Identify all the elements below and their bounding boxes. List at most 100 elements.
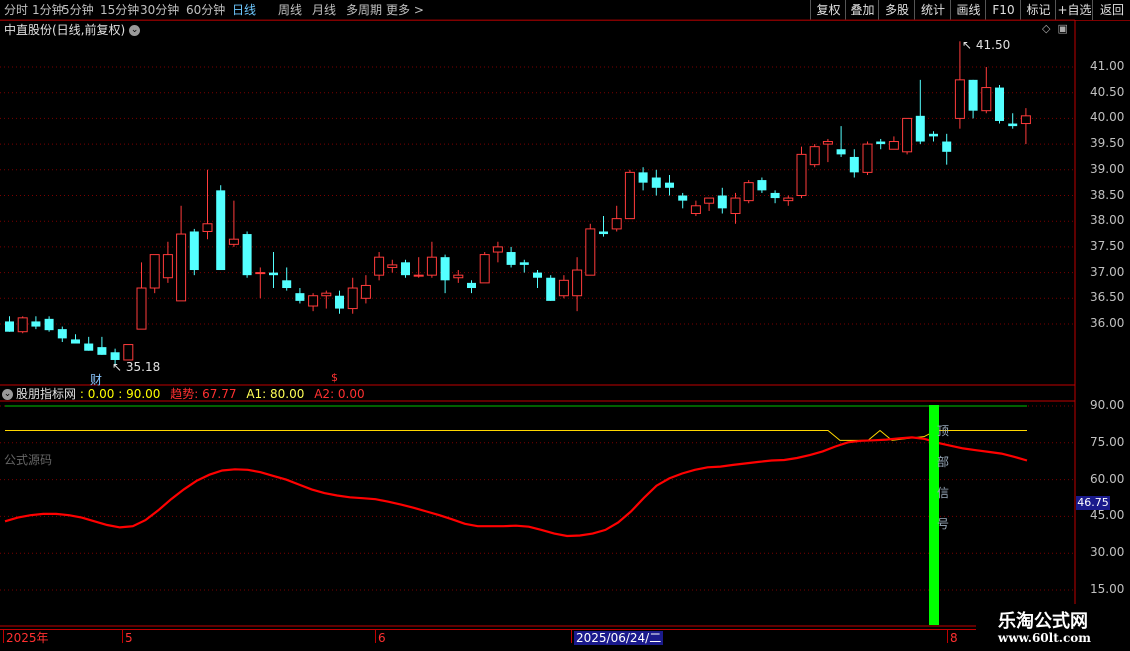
- date-tick-mark: [947, 630, 948, 643]
- candle: [123, 344, 134, 361]
- candle: [71, 334, 80, 344]
- candle-body: [97, 347, 107, 355]
- candle: [453, 270, 464, 283]
- signal-char: 信: [936, 486, 949, 500]
- candle: [242, 231, 252, 278]
- indicator-tick-label: 90.00: [1090, 398, 1125, 412]
- candle: [97, 336, 107, 355]
- candle-body: [5, 321, 14, 332]
- candle: [57, 326, 67, 342]
- candle-body: [849, 156, 859, 173]
- signal-char: 号: [936, 517, 949, 531]
- candle: [360, 275, 371, 304]
- candle-body: [533, 272, 542, 278]
- candle: [176, 205, 187, 302]
- candle-body: [690, 205, 701, 214]
- candle-body: [31, 321, 41, 327]
- candle: [888, 136, 899, 150]
- candle-body: [915, 115, 925, 142]
- candle-body: [862, 143, 873, 173]
- candle-body: [599, 231, 608, 235]
- date-tick-mark: [571, 630, 572, 643]
- candle-body: [519, 262, 529, 265]
- candle: [809, 144, 820, 168]
- candle: [572, 257, 583, 312]
- candle: [533, 270, 542, 289]
- candle-body: [401, 262, 410, 276]
- candle: [981, 67, 992, 114]
- candle: [638, 167, 648, 191]
- candle: [479, 252, 490, 284]
- candle: [492, 241, 503, 263]
- price-tick-label: 41.00: [1090, 59, 1125, 73]
- candle: [757, 177, 767, 193]
- candle: [704, 197, 715, 211]
- dividend-marker[interactable]: $: [331, 371, 338, 384]
- candle: [295, 288, 305, 304]
- candle: [929, 131, 938, 142]
- candle: [665, 174, 674, 196]
- candle-body: [783, 197, 794, 202]
- price-tick-label: 36.00: [1090, 316, 1125, 330]
- candle-body: [374, 256, 385, 276]
- candle: [849, 149, 859, 178]
- indicator-tick-label: 60.00: [1090, 471, 1125, 486]
- candle-body: [902, 117, 913, 153]
- candle-body: [506, 252, 516, 265]
- date-tick-mark: [375, 630, 376, 643]
- candle: [942, 133, 952, 165]
- candle: [876, 138, 886, 150]
- candle: [717, 187, 727, 214]
- candle: [162, 241, 173, 283]
- price-tick-label: 37.50: [1090, 238, 1125, 253]
- candle: [599, 216, 608, 237]
- candle-body: [651, 177, 661, 188]
- candle-body: [176, 233, 187, 302]
- candle: [374, 252, 385, 281]
- chevron-down-icon[interactable]: ⌄: [2, 389, 13, 400]
- candle: [321, 290, 332, 309]
- date-tick-mark: [3, 630, 4, 643]
- current-value-box: 46.75: [1076, 496, 1110, 510]
- signal-char: 顶: [936, 424, 949, 438]
- indicator-name[interactable]: 股朋指标网: [16, 387, 76, 401]
- candle: [202, 169, 213, 240]
- candle: [216, 185, 226, 271]
- watermark-name: 乐淘公式网: [998, 611, 1088, 632]
- candle-body: [704, 197, 715, 204]
- price-tick-label: 38.00: [1090, 213, 1125, 228]
- candle: [954, 41, 965, 129]
- candle-body: [770, 192, 780, 199]
- candle-body: [282, 280, 292, 289]
- candle: [730, 192, 741, 224]
- candle-body: [202, 223, 213, 232]
- candle: [836, 126, 846, 157]
- candle-body: [929, 133, 938, 137]
- candle: [1008, 113, 1018, 129]
- candle-body: [387, 264, 398, 268]
- candle-body: [1008, 123, 1018, 127]
- candle-body: [242, 234, 252, 276]
- low-value: 35.18: [125, 360, 161, 374]
- candle: [968, 79, 978, 119]
- formula-source-label[interactable]: 公式源码: [4, 451, 52, 468]
- watermark-url: www.60lt.com: [998, 631, 1091, 645]
- candle-body: [888, 141, 899, 150]
- candle: [149, 254, 160, 294]
- candle-body: [585, 228, 596, 276]
- trend-value: 趋势: 67.77: [170, 387, 237, 401]
- candle-body: [968, 79, 978, 111]
- high-annotation: ↖ 41.50: [962, 38, 1011, 52]
- candle: [269, 252, 278, 289]
- candle-body: [796, 153, 807, 197]
- candle-body: [44, 318, 54, 331]
- candle-body: [17, 317, 28, 333]
- candle: [5, 316, 14, 332]
- candle-body: [665, 182, 674, 188]
- candle-body: [492, 246, 503, 253]
- candle: [84, 336, 94, 351]
- candle: [743, 180, 754, 204]
- candle-body: [479, 254, 490, 284]
- date-tick-label: 8: [950, 631, 958, 645]
- candle-body: [546, 277, 556, 301]
